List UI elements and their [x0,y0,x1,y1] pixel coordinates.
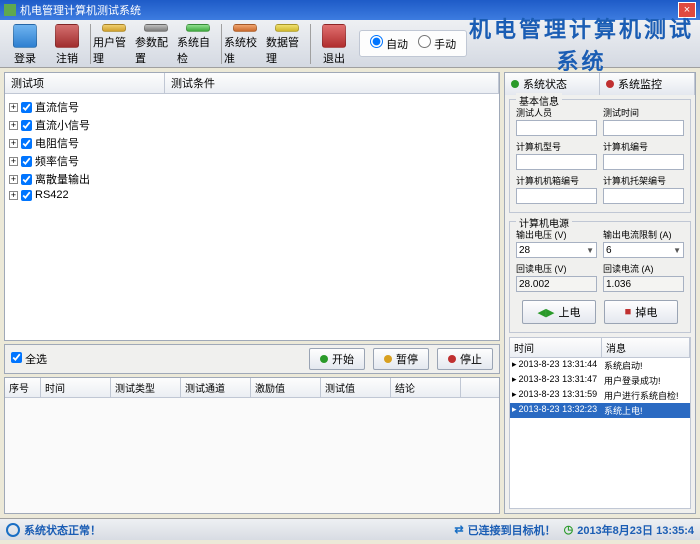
exit-button[interactable]: 退出 [313,22,355,66]
test-tree[interactable]: + 直流信号 + 直流小信号 + 电阻信号 + 频率信号 + 离散量输出 + RS422 [5,94,499,340]
tree-checkbox[interactable] [21,190,32,201]
expand-icon[interactable]: + [9,191,18,200]
tree-label: 直流小信号 [35,117,90,133]
tree-node[interactable]: + 直流小信号 [9,116,495,134]
expand-icon[interactable]: + [9,139,18,148]
link-icon: ⇄ [454,523,463,536]
tree-node[interactable]: + 电阻信号 [9,134,495,152]
tree-label: 电阻信号 [35,135,79,151]
test-tree-panel: 测试项 测试条件 + 直流信号 + 直流小信号 + 电阻信号 + 频率信号 + 离散量输出 + RS4… [4,72,500,341]
log-row[interactable]: ▸2013-8-23 13:31:44系统启动! [510,358,690,373]
grid-col: 激励值 [251,378,321,397]
tree-checkbox[interactable] [21,174,32,185]
paramcfg-button[interactable]: 参数配置 [135,22,177,66]
expand-icon: ▸ [512,389,517,402]
caseid-field[interactable] [516,188,597,204]
window-title: 机电管理计算机测试系统 [20,2,141,18]
tester-field[interactable] [516,120,597,136]
tree-label: RS422 [35,189,69,201]
chevron-down-icon: ▼ [673,246,681,255]
tab-monitor[interactable]: 系统监控 [600,73,695,95]
start-button[interactable]: 开始 [309,348,365,370]
log-body[interactable]: ▸2013-8-23 13:31:44系统启动!▸2013-8-23 13:31… [510,358,690,508]
status-connected: ⇄已连接到目标机！ [454,522,555,538]
log-row[interactable]: ▸2013-8-23 13:31:47用户登录成功! [510,373,690,388]
tree-checkbox[interactable] [21,138,32,149]
power-group: 计算机电源 输出电压 (V)28▼ 输出电流限制 (A)6▼ 回读电压 (V) … [509,221,691,333]
action-row: 全选 开始 暂停 停止 [4,344,500,374]
basic-info-group: 基本信息 测试人员 测试时间 计算机型号 计算机编号 计算机机箱编号 计算机托架… [509,99,691,213]
select-all[interactable]: 全选 [11,351,47,367]
expand-icon[interactable]: + [9,103,18,112]
log-row[interactable]: ▸2013-8-23 13:32:23系统上电! [510,403,690,418]
expand-icon[interactable]: + [9,175,18,184]
read-current [603,276,684,292]
tab-status[interactable]: 系统状态 [505,73,600,95]
grid-col: 序号 [5,378,41,397]
pause-button[interactable]: 暂停 [373,348,429,370]
toolbar: 登录 注销 用户管理 参数配置 系统自检 系统校准 数据管理 退出 自动 手动 … [0,20,700,68]
mode-select: 自动 手动 [359,30,467,57]
login-button[interactable]: 登录 [4,22,46,66]
mode-manual[interactable]: 手动 [418,35,456,52]
status-normal: 系统状态正常！ [6,522,101,538]
usermgr-button[interactable]: 用户管理 [93,22,135,66]
tree-label: 频率信号 [35,153,79,169]
tree-node[interactable]: + 离散量输出 [9,170,495,188]
tree-checkbox[interactable] [21,120,32,131]
tree-label: 直流信号 [35,99,79,115]
out-current-select[interactable]: 6▼ [603,242,684,258]
rackid-field[interactable] [603,188,684,204]
model-field[interactable] [516,154,597,170]
clock-icon: ◷ [564,523,574,536]
log-row[interactable]: ▸2013-8-23 13:31:59用户进行系统自检! [510,388,690,403]
power-on-button[interactable]: ◀▶上电 [522,300,596,324]
chevron-down-icon: ▼ [586,246,594,255]
tree-checkbox[interactable] [21,156,32,167]
tree-col-cond: 测试条件 [165,73,499,93]
expand-icon: ▸ [512,359,517,372]
grid-col: 时间 [41,378,111,397]
power-off-button[interactable]: ■掉电 [604,300,678,324]
play-icon: ◀▶ [538,306,555,319]
tree-checkbox[interactable] [21,102,32,113]
main-title: 机电管理计算机测试系统 [467,12,696,76]
expand-icon[interactable]: + [9,157,18,166]
status-datetime: ◷2013年8月23日 13:35:4 [564,522,694,538]
expand-icon[interactable]: + [9,121,18,130]
stop-button[interactable]: 停止 [437,348,493,370]
mode-auto[interactable]: 自动 [370,35,408,52]
tree-node[interactable]: + RS422 [9,188,495,202]
syscheck-button[interactable]: 系统自检 [177,22,219,66]
read-voltage [516,276,597,292]
testtime-field[interactable] [603,120,684,136]
out-voltage-select[interactable]: 28▼ [516,242,597,258]
logout-button[interactable]: 注销 [46,22,88,66]
grid-col: 测试通道 [181,378,251,397]
syscal-button[interactable]: 系统校准 [224,22,266,66]
datamgr-button[interactable]: 数据管理 [266,22,308,66]
log-panel: 时间 消息 ▸2013-8-23 13:31:44系统启动!▸2013-8-23… [509,337,691,509]
grid-col: 测试类型 [111,378,181,397]
tree-col-item: 测试项 [5,73,165,93]
pcid-field[interactable] [603,154,684,170]
grid-col: 结论 [391,378,461,397]
expand-icon: ▸ [512,404,517,417]
grid-body[interactable] [5,398,499,514]
stop-icon: ■ [625,306,632,318]
expand-icon: ▸ [512,374,517,387]
app-icon [4,4,16,16]
result-grid: 序号时间测试类型测试通道激励值测试值结论 [4,377,500,514]
tree-label: 离散量输出 [35,171,90,187]
tree-node[interactable]: + 直流信号 [9,98,495,116]
tree-node[interactable]: + 频率信号 [9,152,495,170]
grid-col: 测试值 [321,378,391,397]
statusbar: 系统状态正常！ ⇄已连接到目标机！ ◷2013年8月23日 13:35:4 [0,518,700,540]
